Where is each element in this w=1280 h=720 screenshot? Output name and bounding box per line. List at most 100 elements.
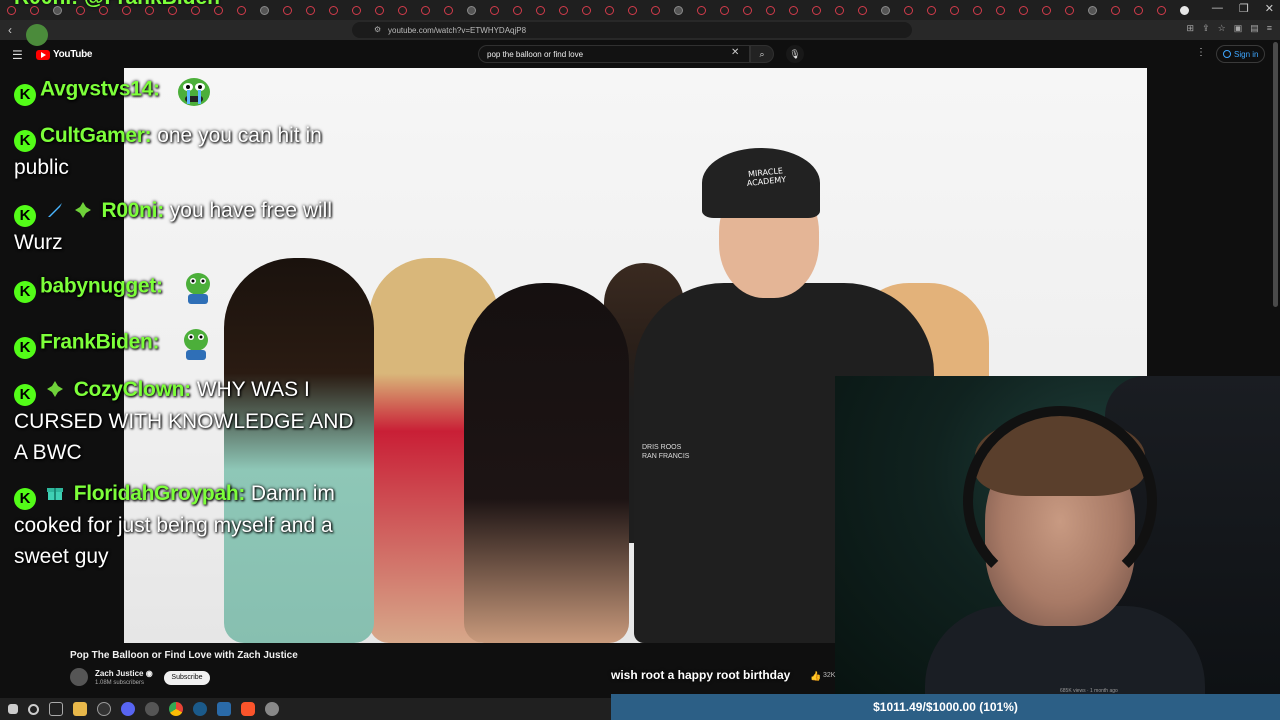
share-icon[interactable]: ⇪ — [1202, 23, 1210, 34]
more-options-icon[interactable]: ⋮ — [1196, 47, 1206, 58]
wallet-icon[interactable]: ▤ — [1250, 23, 1259, 34]
youtube-logo[interactable]: YouTube — [36, 49, 93, 60]
kick-badge-icon: K — [14, 384, 36, 406]
browser-tab[interactable] — [1065, 5, 1074, 15]
chat-username: FrankBiden: — [40, 330, 160, 354]
browser-tab[interactable] — [490, 5, 499, 15]
browser-tab[interactable] — [720, 5, 729, 15]
discord-icon[interactable] — [121, 702, 135, 716]
browser-tab[interactable] — [651, 5, 660, 15]
browser-tab[interactable] — [1042, 5, 1051, 15]
browser-tab[interactable] — [1088, 5, 1097, 15]
bookmark-icon[interactable]: ☆ — [1218, 23, 1226, 34]
video-title: Pop The Balloon or Find Love with Zach J… — [70, 650, 298, 661]
browser-tab[interactable] — [1180, 5, 1189, 15]
browser-tab[interactable] — [835, 5, 844, 15]
url-field[interactable]: ⚙ youtube.com/watch?v=ETWHYDAqjP8 — [352, 22, 912, 38]
gift-badge-icon — [46, 488, 63, 500]
browser-tab[interactable] — [398, 5, 407, 15]
browser-tab[interactable] — [812, 5, 821, 15]
browser-tab[interactable] — [973, 5, 982, 15]
browser-tab[interactable] — [628, 5, 637, 15]
browser-tab[interactable] — [421, 5, 430, 15]
browser-tab[interactable] — [237, 5, 246, 15]
gem-badge-icon — [74, 202, 91, 218]
browser-tab[interactable] — [881, 5, 890, 15]
hamburger-menu-icon[interactable]: ☰ — [12, 48, 23, 62]
crying-pepe-emote — [177, 78, 210, 106]
browser-tab[interactable] — [559, 5, 568, 15]
sign-in-button[interactable]: Sign in — [1216, 45, 1266, 63]
search-icon[interactable] — [28, 703, 39, 715]
chat-message: K CozyClown: WHY WAS I CURSED WITH KNOWL… — [14, 374, 354, 468]
app-icon[interactable] — [265, 702, 279, 716]
browser-tab[interactable] — [743, 5, 752, 15]
brave-icon[interactable] — [241, 702, 255, 716]
chrome-icon[interactable] — [169, 702, 183, 716]
browser-tab[interactable] — [1134, 5, 1143, 15]
thumbs-up-icon[interactable]: 👍 — [810, 671, 821, 682]
browser-tab[interactable] — [582, 5, 591, 15]
browser-tab[interactable] — [467, 5, 476, 15]
clear-search-icon[interactable]: ✕ — [731, 47, 739, 58]
browser-tab[interactable] — [674, 5, 683, 15]
browser-tab[interactable] — [375, 5, 384, 15]
restore-icon[interactable]: ❐ — [1239, 2, 1249, 15]
browser-tab[interactable] — [927, 5, 936, 15]
search-input[interactable]: pop the balloon or find love — [478, 45, 750, 63]
browser-tab[interactable] — [329, 5, 338, 15]
browser-tab[interactable] — [1157, 5, 1166, 15]
search-button[interactable]: ⌕ — [750, 45, 774, 63]
pepe-emote — [184, 329, 209, 360]
voice-search-button[interactable]: 🎙 — [786, 45, 804, 63]
browser-tab[interactable] — [697, 5, 706, 15]
shirt-text: DRIS ROOS RAN FRANCIS — [642, 444, 690, 460]
channel-name[interactable]: Zach Justice ◉ — [95, 669, 153, 678]
sign-in-label: Sign in — [1234, 49, 1259, 59]
browser-tab[interactable] — [950, 5, 959, 15]
subscribe-button[interactable]: Subscribe — [164, 671, 210, 685]
browser-tab[interactable] — [1111, 5, 1120, 15]
menu-icon[interactable]: ≡ — [1267, 23, 1272, 34]
browser-tab[interactable] — [352, 5, 361, 15]
browser-tab[interactable] — [444, 5, 453, 15]
close-icon[interactable]: ✕ — [1265, 2, 1274, 15]
task-view-icon[interactable] — [49, 702, 63, 716]
minimize-icon[interactable]: — — [1212, 2, 1223, 15]
sidebar-icon[interactable]: ▣ — [1234, 23, 1243, 34]
windows-start-icon[interactable] — [8, 704, 18, 714]
site-info-icon[interactable]: ⚙ — [374, 25, 381, 34]
kick-badge-icon: K — [14, 205, 36, 227]
browser-tab[interactable] — [789, 5, 798, 15]
back-icon[interactable]: ‹ — [8, 23, 22, 37]
browser-tab[interactable] — [283, 5, 292, 15]
steam-icon[interactable] — [193, 702, 207, 716]
browser-tab[interactable] — [766, 5, 775, 15]
youtube-play-icon — [36, 49, 50, 60]
browser-tab[interactable] — [260, 5, 269, 15]
chat-message: Kbabynugget: — [14, 270, 354, 304]
chat-message: K FloridahGroypah: Damn im cooked for ju… — [14, 478, 354, 572]
kick-badge-icon: K — [14, 488, 36, 510]
browser-tab[interactable] — [605, 5, 614, 15]
channel-name-text: Zach Justice — [95, 669, 144, 678]
browser-tab[interactable] — [536, 5, 545, 15]
chat-username: babynugget: — [40, 274, 163, 298]
tts-message: wish root a happy root birthday — [611, 668, 791, 682]
browser-tab[interactable] — [1019, 5, 1028, 15]
page-scrollbar[interactable] — [1273, 42, 1278, 307]
kick-badge-icon: K — [14, 336, 36, 359]
browser-tab[interactable] — [858, 5, 867, 15]
file-explorer-icon[interactable] — [73, 702, 87, 716]
browser-tab[interactable] — [996, 5, 1005, 15]
app-icon[interactable] — [145, 702, 159, 716]
browser-tab[interactable] — [513, 5, 522, 15]
account-icon — [1223, 50, 1231, 58]
browser-tab[interactable] — [306, 5, 315, 15]
extensions-icon[interactable]: ⊞ — [1187, 23, 1195, 34]
obs-icon[interactable] — [97, 702, 111, 716]
browser-tab[interactable] — [904, 5, 913, 15]
volume-icon[interactable] — [217, 702, 231, 716]
channel-avatar[interactable] — [70, 668, 88, 686]
windows-taskbar — [0, 698, 611, 720]
